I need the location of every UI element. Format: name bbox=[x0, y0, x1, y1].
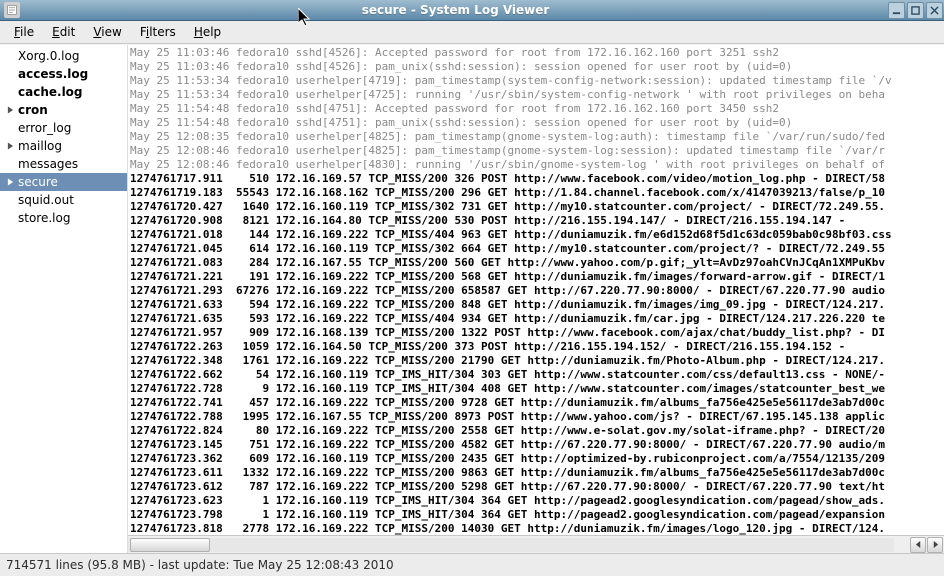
log-line: 1274761719.183 55543 172.16.168.162 TCP_… bbox=[130, 186, 944, 200]
sidebar-item-cron[interactable]: cron bbox=[0, 101, 127, 119]
title-bar: secure - System Log Viewer bbox=[0, 0, 944, 21]
scroll-left-button[interactable] bbox=[910, 537, 926, 553]
log-line: 1274761723.798 1 172.16.160.119 TCP_IMS_… bbox=[130, 508, 944, 522]
sidebar-item-label: maillog bbox=[18, 139, 62, 153]
horizontal-scrollbar[interactable] bbox=[128, 535, 944, 553]
sidebar-item-label: messages bbox=[18, 157, 78, 171]
log-line: May 25 11:53:34 fedora10 userhelper[4725… bbox=[130, 88, 944, 102]
log-line: 1274761722.728 9 172.16.160.119 TCP_IMS_… bbox=[130, 382, 944, 396]
sidebar-item-cache-log[interactable]: cache.log bbox=[0, 83, 127, 101]
scroll-track[interactable] bbox=[128, 538, 894, 552]
status-text: 714571 lines (95.8 MB) - last update: Tu… bbox=[6, 558, 394, 572]
log-line: 1274761722.788 1995 172.16.167.55 TCP_MI… bbox=[130, 410, 944, 424]
log-line: May 25 11:03:46 fedora10 sshd[4526]: pam… bbox=[130, 60, 944, 74]
log-line: May 25 12:08:46 fedora10 userhelper[4825… bbox=[130, 144, 944, 158]
log-pane-container: May 25 11:03:46 fedora10 sshd[4526]: Acc… bbox=[128, 45, 944, 553]
sidebar-item-label: cron bbox=[18, 103, 48, 117]
log-text[interactable]: May 25 11:03:46 fedora10 sshd[4526]: Acc… bbox=[128, 45, 944, 535]
menu-filters[interactable]: Filters bbox=[132, 23, 184, 41]
log-line: 1274761720.427 1640 172.16.160.119 TCP_M… bbox=[130, 200, 944, 214]
sidebar-item-store-log[interactable]: store.log bbox=[0, 209, 127, 227]
sidebar-item-secure[interactable]: secure bbox=[0, 173, 127, 191]
sidebar-item-label: squid.out bbox=[18, 193, 74, 207]
log-line: 1274761722.263 1059 172.16.164.50 TCP_MI… bbox=[130, 340, 944, 354]
log-line: 1274761723.818 2778 172.16.169.222 TCP_M… bbox=[130, 522, 944, 535]
sidebar-item-access-log[interactable]: access.log bbox=[0, 65, 127, 83]
menu-edit[interactable]: Edit bbox=[44, 23, 83, 41]
menu-help[interactable]: Help bbox=[186, 23, 229, 41]
log-line: 1274761722.348 1761 172.16.169.222 TCP_M… bbox=[130, 354, 944, 368]
log-line: 1274761721.221 191 172.16.169.222 TCP_MI… bbox=[130, 270, 944, 284]
expander-icon[interactable] bbox=[4, 142, 16, 150]
log-line: 1274761721.957 909 172.16.168.139 TCP_MI… bbox=[130, 326, 944, 340]
log-line: 1274761721.633 594 172.16.169.222 TCP_MI… bbox=[130, 298, 944, 312]
log-line: 1274761723.623 1 172.16.160.119 TCP_IMS_… bbox=[130, 494, 944, 508]
log-line: 1274761722.662 54 172.16.160.119 TCP_IMS… bbox=[130, 368, 944, 382]
log-line: May 25 11:03:46 fedora10 sshd[4526]: Acc… bbox=[130, 46, 944, 60]
sidebar-item-label: secure bbox=[18, 175, 58, 189]
log-line: 1274761723.611 1332 172.16.169.222 TCP_M… bbox=[130, 466, 944, 480]
sidebar-item-messages[interactable]: messages bbox=[0, 155, 127, 173]
log-line: 1274761721.045 614 172.16.160.119 TCP_MI… bbox=[130, 242, 944, 256]
menu-view[interactable]: View bbox=[85, 23, 129, 41]
work-area: Xorg.0.log access.log cache.log cron error_l… bbox=[0, 44, 944, 553]
minimize-button[interactable] bbox=[888, 2, 905, 19]
maximize-button[interactable] bbox=[907, 2, 924, 19]
window-title: secure - System Log Viewer bbox=[24, 3, 887, 17]
menu-bar: File Edit View Filters Help bbox=[0, 21, 944, 44]
log-line: May 25 12:08:46 fedora10 userhelper[4830… bbox=[130, 158, 944, 172]
status-bar: 714571 lines (95.8 MB) - last update: Tu… bbox=[0, 553, 944, 576]
sidebar-item-label: store.log bbox=[18, 211, 70, 225]
log-line: May 25 12:08:35 fedora10 userhelper[4825… bbox=[130, 130, 944, 144]
log-line: 1274761723.145 751 172.16.169.222 TCP_MI… bbox=[130, 438, 944, 452]
log-line: May 25 11:54:48 fedora10 sshd[4751]: pam… bbox=[130, 116, 944, 130]
log-line: 1274761721.635 593 172.16.169.222 TCP_MI… bbox=[130, 312, 944, 326]
log-line: 1274761717.911 510 172.16.169.57 TCP_MIS… bbox=[130, 172, 944, 186]
scroll-thumb[interactable] bbox=[130, 538, 210, 552]
app-icon bbox=[4, 2, 20, 18]
sidebar-item-label: error_log bbox=[18, 121, 71, 135]
sidebar-item-error-log[interactable]: error_log bbox=[0, 119, 127, 137]
sidebar: Xorg.0.log access.log cache.log cron error_l… bbox=[0, 45, 128, 553]
log-line: 1274761723.362 609 172.16.160.119 TCP_MI… bbox=[130, 452, 944, 466]
sidebar-item-squid-out[interactable]: squid.out bbox=[0, 191, 127, 209]
log-line: 1274761721.083 284 172.16.167.55 TCP_MIS… bbox=[130, 256, 944, 270]
log-line: May 25 11:54:48 fedora10 sshd[4751]: Acc… bbox=[130, 102, 944, 116]
log-line: 1274761721.018 144 172.16.169.222 TCP_MI… bbox=[130, 228, 944, 242]
expander-icon[interactable] bbox=[4, 178, 16, 186]
sidebar-item-label: Xorg.0.log bbox=[18, 49, 79, 63]
close-button[interactable] bbox=[926, 2, 943, 19]
expander-icon[interactable] bbox=[4, 106, 16, 114]
sidebar-item-label: access.log bbox=[18, 67, 88, 81]
sidebar-item-maillog[interactable]: maillog bbox=[0, 137, 127, 155]
log-line: 1274761720.908 8121 172.16.164.80 TCP_MI… bbox=[130, 214, 944, 228]
log-line: 1274761722.741 457 172.16.169.222 TCP_MI… bbox=[130, 396, 944, 410]
log-line: 1274761721.293 67276 172.16.169.222 TCP_… bbox=[130, 284, 944, 298]
menu-file[interactable]: File bbox=[6, 23, 42, 41]
log-line: 1274761722.824 80 172.16.169.222 TCP_MIS… bbox=[130, 424, 944, 438]
log-line: 1274761723.612 787 172.16.169.222 TCP_MI… bbox=[130, 480, 944, 494]
scroll-right-button[interactable] bbox=[927, 537, 943, 553]
sidebar-item-xorg-0-log[interactable]: Xorg.0.log bbox=[0, 47, 127, 65]
log-line: May 25 11:53:34 fedora10 userhelper[4719… bbox=[130, 74, 944, 88]
sidebar-item-label: cache.log bbox=[18, 85, 83, 99]
